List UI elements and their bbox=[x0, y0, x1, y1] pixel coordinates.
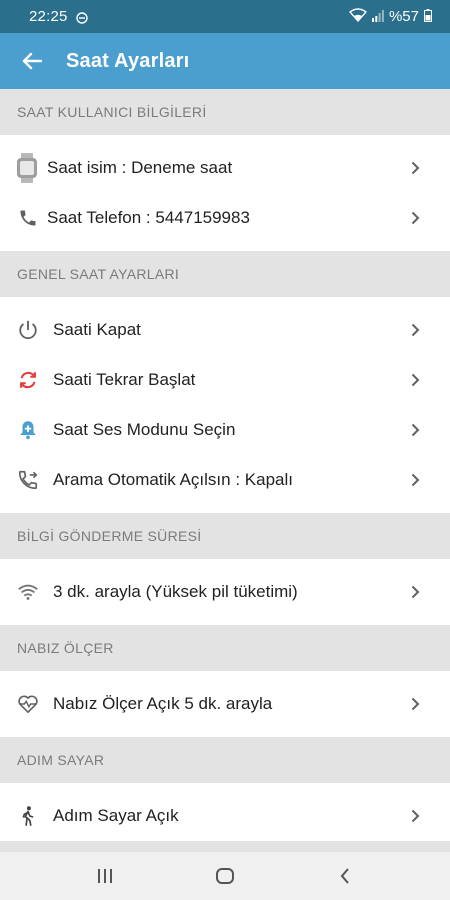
section-header-send-interval: BİLGİ GÖNDERME SÜRESİ bbox=[0, 513, 450, 559]
step-counter-label: Adım Sayar Açık bbox=[53, 806, 179, 825]
restart-watch-row[interactable]: Saati Tekrar Başlat bbox=[0, 355, 450, 405]
back-nav-icon[interactable] bbox=[320, 856, 370, 896]
section-group-watch-user-info: Saat isim : Deneme saat Saat Telefon : 5… bbox=[0, 135, 450, 251]
watch-name-row[interactable]: Saat isim : Deneme saat bbox=[0, 143, 450, 193]
wifi-status-icon bbox=[348, 8, 367, 25]
phone-icon bbox=[16, 206, 40, 230]
chevron-right-icon bbox=[408, 161, 422, 175]
auto-answer-label: Arama Otomatik Açılsın : Kapalı bbox=[53, 470, 293, 489]
power-icon bbox=[16, 318, 40, 342]
watch-name-label: Saat isim : Deneme saat bbox=[47, 158, 233, 177]
wifi-icon bbox=[16, 580, 40, 604]
walk-icon bbox=[16, 804, 40, 828]
chevron-right-icon bbox=[408, 211, 422, 225]
chevron-right-icon bbox=[408, 585, 422, 599]
watch-phone-row[interactable]: Saat Telefon : 5447159983 bbox=[0, 193, 450, 243]
battery-percent: %57 bbox=[388, 8, 419, 25]
heart-rate-label: Nabız Ölçer Açık 5 dk. arayla bbox=[53, 694, 273, 713]
chevron-right-icon bbox=[408, 373, 422, 387]
restart-watch-label: Saati Tekrar Başlat bbox=[53, 370, 196, 389]
battery-icon bbox=[424, 8, 432, 25]
back-arrow-icon[interactable] bbox=[20, 49, 44, 73]
section-header-watch-user-info: SAAT KULLANICI BİLGİLERİ bbox=[0, 89, 450, 135]
app-bar: Saat Ayarları bbox=[0, 33, 450, 89]
home-icon[interactable] bbox=[200, 856, 250, 896]
heart-rate-row[interactable]: Nabız Ölçer Açık 5 dk. arayla bbox=[0, 679, 450, 729]
status-bar: 22:25 %57 bbox=[0, 0, 450, 33]
status-time: 22:25 bbox=[29, 8, 68, 25]
settings-list: SAAT KULLANICI BİLGİLERİ Saat isim : Den… bbox=[0, 89, 450, 841]
section-group-general-settings: Saati Kapat Saati Tekrar Başlat Saat Ses… bbox=[0, 297, 450, 513]
auto-answer-row[interactable]: Arama Otomatik Açılsın : Kapalı bbox=[0, 455, 450, 505]
dnd-icon bbox=[75, 11, 88, 24]
chevron-right-icon bbox=[408, 423, 422, 437]
recent-apps-icon[interactable] bbox=[80, 856, 130, 896]
signal-icon bbox=[371, 9, 384, 25]
bell-add-icon bbox=[16, 418, 40, 442]
chevron-right-icon bbox=[408, 809, 422, 823]
section-group-step-counter: Adım Sayar Açık bbox=[0, 783, 450, 841]
send-interval-label: 3 dk. arayla (Yüksek pil tüketimi) bbox=[53, 582, 298, 601]
step-counter-row[interactable]: Adım Sayar Açık bbox=[0, 791, 450, 841]
section-header-heart-rate: NABIZ ÖLÇER bbox=[0, 625, 450, 671]
phone-forward-icon bbox=[16, 468, 40, 492]
system-nav-bar bbox=[0, 852, 450, 900]
send-interval-row[interactable]: 3 dk. arayla (Yüksek pil tüketimi) bbox=[0, 567, 450, 617]
heart-pulse-icon bbox=[16, 692, 40, 716]
section-group-heart-rate: Nabız Ölçer Açık 5 dk. arayla bbox=[0, 671, 450, 737]
watch-phone-label: Saat Telefon : 5447159983 bbox=[47, 208, 250, 227]
section-header-general-settings: GENEL SAAT AYARLARI bbox=[0, 251, 450, 297]
section-group-send-interval: 3 dk. arayla (Yüksek pil tüketimi) bbox=[0, 559, 450, 625]
chevron-right-icon bbox=[408, 697, 422, 711]
turn-off-watch-label: Saati Kapat bbox=[53, 320, 141, 339]
watch-icon bbox=[16, 153, 40, 183]
page-title: Saat Ayarları bbox=[66, 49, 190, 72]
sound-mode-label: Saat Ses Modunu Seçin bbox=[53, 420, 236, 439]
restart-icon bbox=[16, 368, 40, 392]
section-header-step-counter: ADIM SAYAR bbox=[0, 737, 450, 783]
chevron-right-icon bbox=[408, 473, 422, 487]
chevron-right-icon bbox=[408, 323, 422, 337]
status-right: %57 bbox=[348, 8, 432, 25]
turn-off-watch-row[interactable]: Saati Kapat bbox=[0, 305, 450, 355]
sound-mode-row[interactable]: Saat Ses Modunu Seçin bbox=[0, 405, 450, 455]
